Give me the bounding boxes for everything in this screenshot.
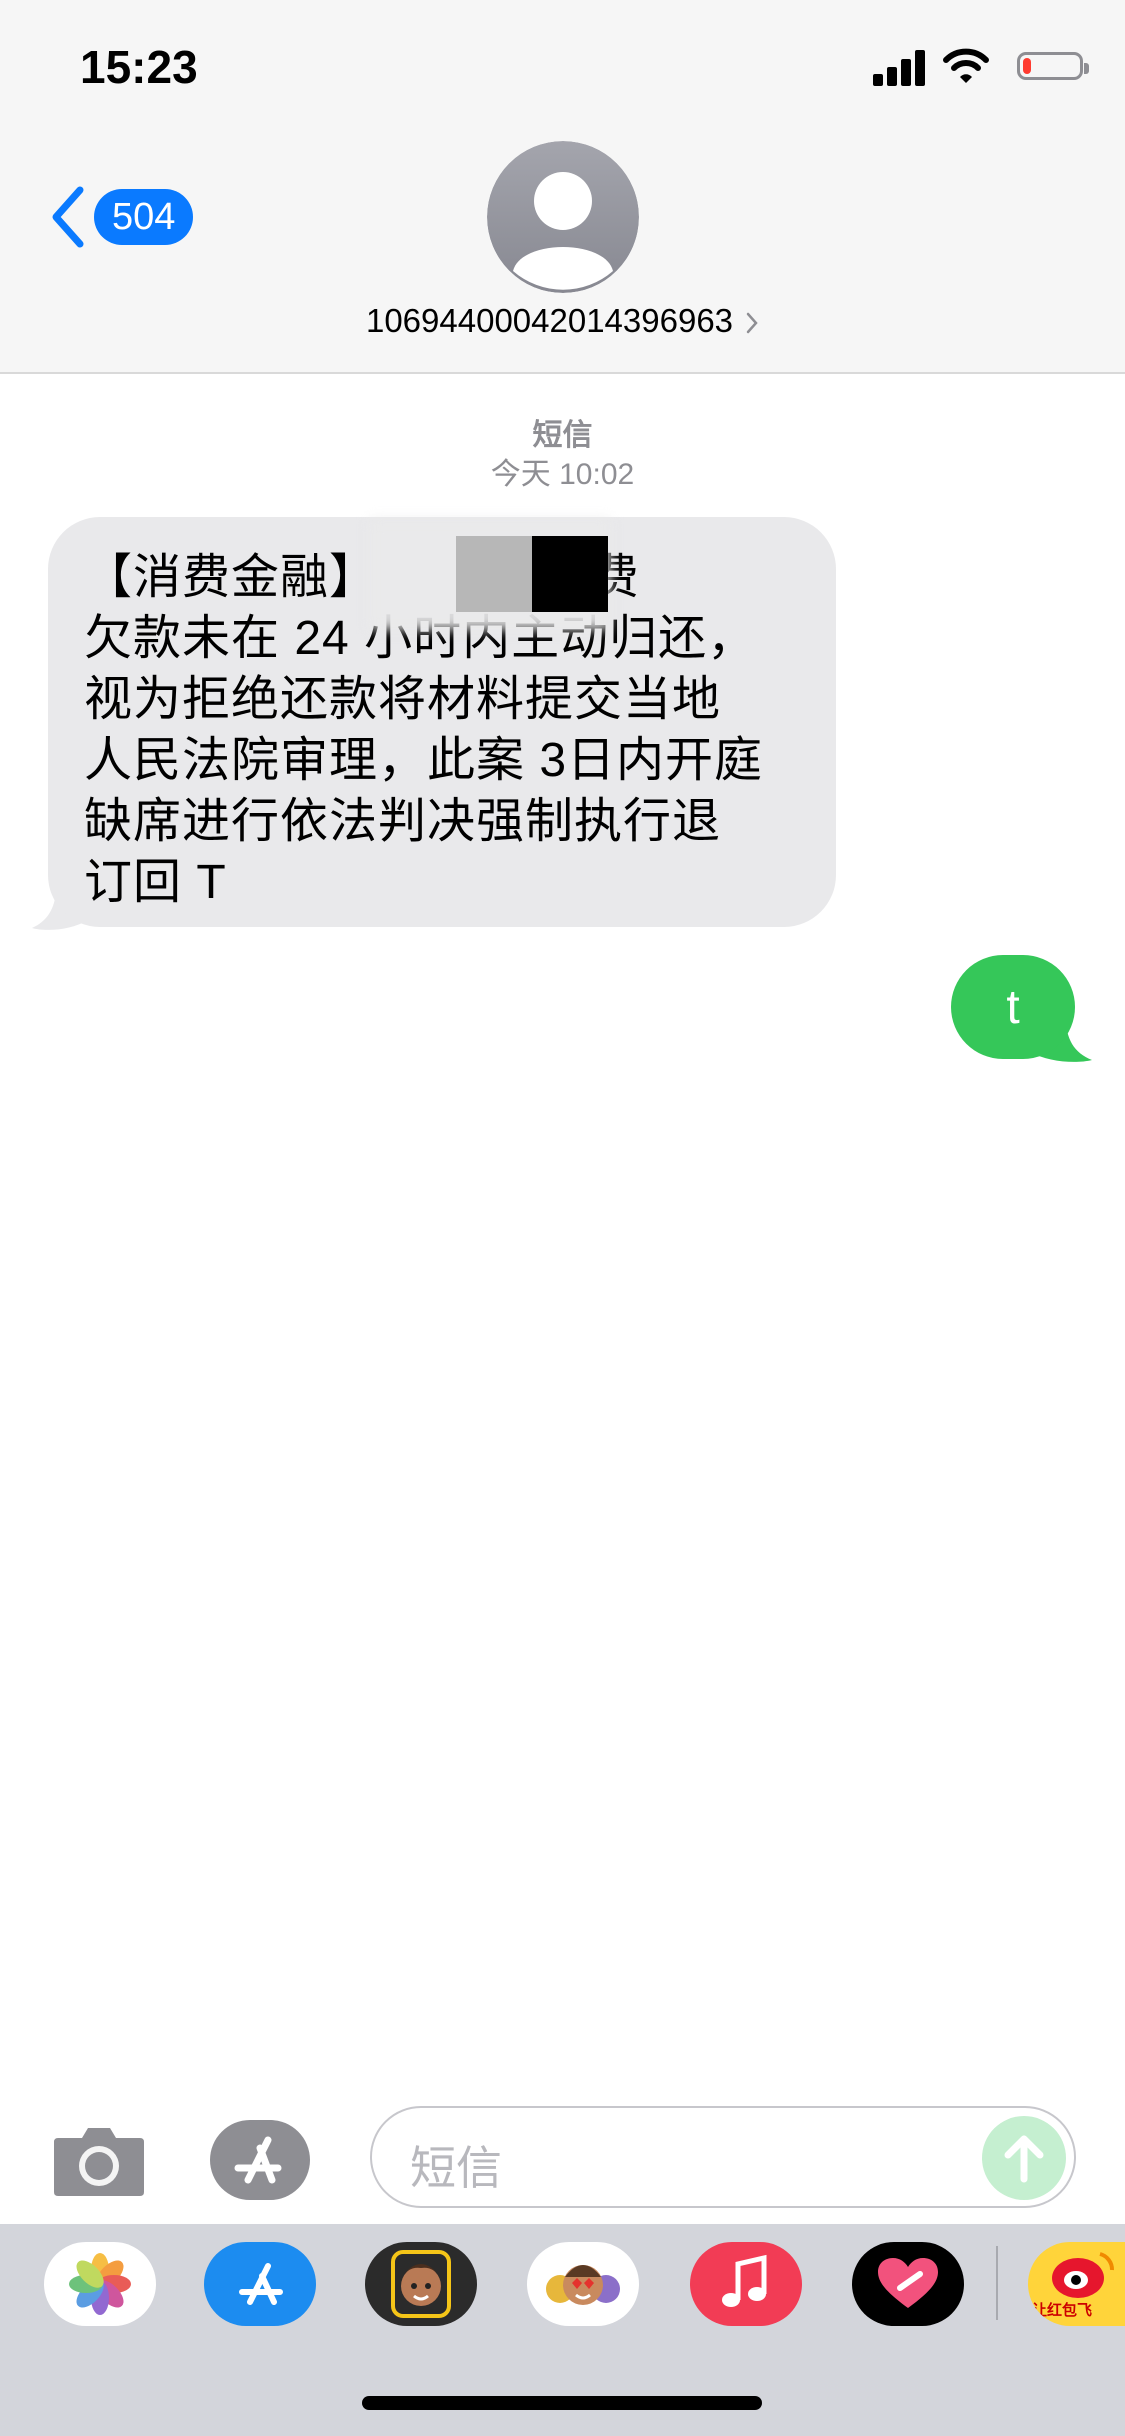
message-line: 视为拒绝还款将材料提交当地 [84,673,722,726]
digital-touch-app-button[interactable] [852,2242,964,2326]
app-store-icon [210,2120,310,2200]
back-button[interactable]: 504 [46,182,194,252]
message-line: 缺席进行依法判决强制执行退 [84,795,722,848]
status-time: 15:23 [80,41,198,93]
message-timestamp: 今天 10:02 [490,458,635,491]
battery-level [1023,58,1031,74]
send-button[interactable] [982,2116,1066,2200]
redaction-block [456,536,532,612]
message-text: t [1006,980,1020,1034]
heart-icon [878,2258,938,2308]
drawer-divider [996,2246,998,2320]
memoji-icon [391,2250,451,2318]
redaction-block [532,536,608,612]
unread-count-badge: 504 [94,189,194,245]
input-placeholder: 短信 [410,2142,502,2194]
photos-app-button[interactable] [44,2242,156,2326]
contact-avatar[interactable] [487,141,639,293]
photos-icon [69,2253,131,2315]
arrow-up-icon [1004,2135,1044,2183]
outgoing-message-bubble[interactable]: t [951,955,1075,1059]
weibo-label: 让红包飞 [1032,2302,1093,2319]
music-app-button[interactable] [690,2242,802,2326]
chevron-right-icon [746,313,758,334]
memoji-app-button[interactable] [365,2242,477,2326]
person-icon [487,141,639,293]
camera-icon [54,2128,144,2196]
app-store-app-button[interactable] [204,2242,316,2326]
message-input[interactable]: 短信 [370,2106,1076,2208]
music-icon [722,2254,767,2307]
message-line: 人民法院审理，此案 3日内开庭 [84,734,764,787]
camera-button[interactable] [52,2124,146,2196]
message-line: 订回 T [84,856,227,909]
wifi-icon [943,48,989,83]
chevron-left-icon [52,186,84,248]
cellular-signal-icon [873,48,925,86]
battery-low-icon [1017,52,1089,80]
memoji-stickers-icon [546,2265,620,2305]
weibo-app-button[interactable]: 让红包飞 [1028,2242,1125,2326]
app-store-icon [239,2263,283,2305]
memoji-stickers-app-button[interactable] [527,2242,639,2326]
status-icons [873,48,1089,88]
apps-button[interactable] [208,2118,316,2202]
conversation-header: 15:23 504 10694400042014396963 [0,0,1125,374]
service-label: 短信 [532,419,593,452]
home-indicator[interactable] [362,2396,762,2410]
contact-number: 10694400042014396963 [365,302,734,339]
contact-details-link[interactable]: 10694400042014396963 [0,302,1125,340]
